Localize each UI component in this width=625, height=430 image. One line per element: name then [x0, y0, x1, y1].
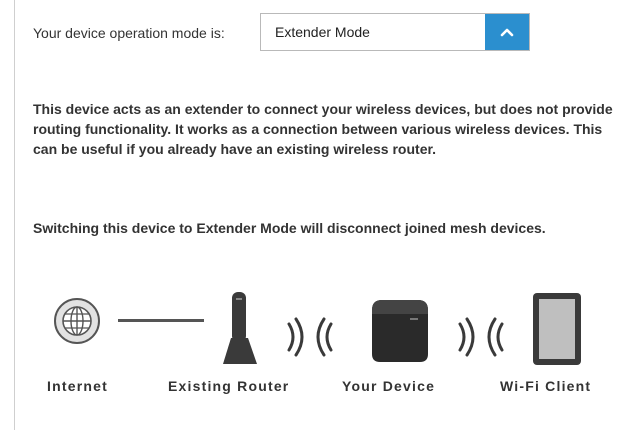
your-device-label: Your Device	[342, 378, 436, 394]
wifi-client-label: Wi-Fi Client	[500, 378, 592, 394]
existing-router-label: Existing Router	[168, 378, 290, 394]
wired-connection-line	[118, 319, 204, 322]
globe-icon	[54, 298, 100, 344]
extender-diagram	[0, 280, 625, 430]
extender-device-icon	[372, 300, 428, 362]
mode-warning: Switching this device to Extender Mode w…	[33, 220, 546, 236]
mode-description: This device acts as an extender to conne…	[33, 101, 613, 157]
tablet-icon	[533, 293, 581, 365]
wifi-signal-icon	[287, 317, 333, 357]
mode-label: Your device operation mode is:	[33, 25, 225, 41]
internet-label: Internet	[47, 378, 108, 394]
operation-mode-select[interactable]: Extender Mode	[260, 13, 530, 51]
operation-mode-value: Extender Mode	[275, 24, 370, 40]
select-toggle-button[interactable]	[485, 14, 529, 50]
wifi-signal-icon	[458, 317, 504, 357]
router-icon	[223, 292, 257, 364]
chevron-up-icon	[500, 28, 514, 37]
